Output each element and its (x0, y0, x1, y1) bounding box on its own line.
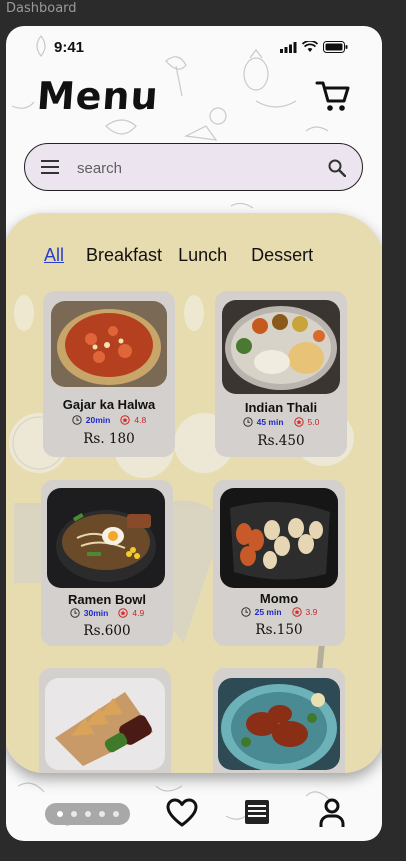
search-icon[interactable] (328, 159, 346, 177)
menu-item-card[interactable]: Momo 25 min 3.9 Rs.150 (213, 480, 345, 646)
star-icon (293, 417, 304, 427)
phone-screen: 9:41 Menu All B (6, 26, 382, 841)
food-meta: 45 min 5.0 (215, 417, 347, 427)
heart-icon[interactable] (166, 798, 198, 828)
search-input[interactable] (77, 156, 307, 180)
food-name: Ramen Bowl (67, 592, 146, 607)
page-dot (112, 811, 119, 817)
menu-icon[interactable] (41, 160, 59, 174)
page-dot (70, 811, 77, 817)
star-icon (291, 607, 302, 617)
user-icon[interactable] (319, 798, 345, 828)
status-bar: 9:41 (6, 26, 382, 70)
menu-panel: All Breakfast Lunch Dessert Gajar ka Hal… (6, 213, 382, 773)
rating: 4.8 (134, 415, 147, 425)
status-icons (280, 41, 348, 53)
menu-item-card[interactable]: Ramen Bowl 30min 4.9 Rs.600 (41, 480, 173, 646)
food-image (51, 301, 167, 387)
tab-breakfast[interactable]: Breakfast (86, 245, 162, 266)
menu-item-card[interactable]: Gajar ka Halwa 20min 4.8 Rs. 180 (43, 291, 175, 457)
search-bar (24, 143, 363, 191)
clock-icon (70, 608, 80, 618)
page-dot (84, 811, 91, 817)
food-price: Rs.450 (257, 433, 305, 449)
prep-time: 30min (83, 608, 109, 618)
prep-time: 20min (85, 415, 111, 425)
food-image (218, 678, 340, 770)
battery-icon (323, 41, 348, 53)
status-time: 9:41 (54, 39, 85, 56)
menu-item-card[interactable] (39, 668, 171, 773)
food-meta: 20min 4.8 (43, 415, 175, 425)
food-image (220, 488, 338, 588)
food-image (45, 678, 165, 770)
food-name: Gajar ka Halwa (62, 397, 156, 412)
rating: 4.9 (132, 608, 145, 618)
bottom-nav (6, 778, 382, 841)
tab-dessert[interactable]: Dessert (251, 245, 313, 266)
food-price: Rs. 180 (83, 431, 135, 447)
list-icon[interactable] (245, 800, 269, 824)
category-tabs: All Breakfast Lunch Dessert (44, 245, 313, 266)
star-icon (120, 415, 131, 425)
cart-icon[interactable] (315, 78, 351, 114)
clock-icon (242, 417, 253, 427)
rating: 3.9 (305, 607, 318, 617)
tab-lunch[interactable]: Lunch (178, 245, 227, 266)
clock-icon (72, 415, 82, 425)
food-price: Rs.150 (255, 622, 303, 638)
menu-item-card[interactable] (213, 668, 345, 773)
food-name: Momo (259, 591, 299, 606)
page-dot (56, 811, 63, 817)
tab-all[interactable]: All (44, 245, 64, 266)
page-indicator[interactable] (45, 803, 130, 825)
wifi-icon (302, 41, 318, 52)
frame-label: Dashboard (6, 1, 77, 16)
menu-item-card[interactable]: Indian Thali 45 min 5.0 Rs.450 (215, 291, 347, 457)
food-price: Rs.600 (83, 623, 131, 639)
prep-time: 25 min (254, 607, 282, 617)
food-name: Indian Thali (244, 400, 318, 415)
food-image (47, 488, 165, 588)
food-meta: 30min 4.9 (41, 608, 173, 618)
page-title: Menu (35, 74, 161, 118)
page-dot (98, 811, 105, 817)
clock-icon (240, 607, 251, 617)
star-icon (118, 608, 129, 618)
prep-time: 45 min (256, 417, 284, 427)
rating: 5.0 (307, 417, 320, 427)
food-image (222, 300, 340, 394)
food-meta: 25 min 3.9 (213, 607, 345, 617)
signal-icon (280, 41, 297, 53)
